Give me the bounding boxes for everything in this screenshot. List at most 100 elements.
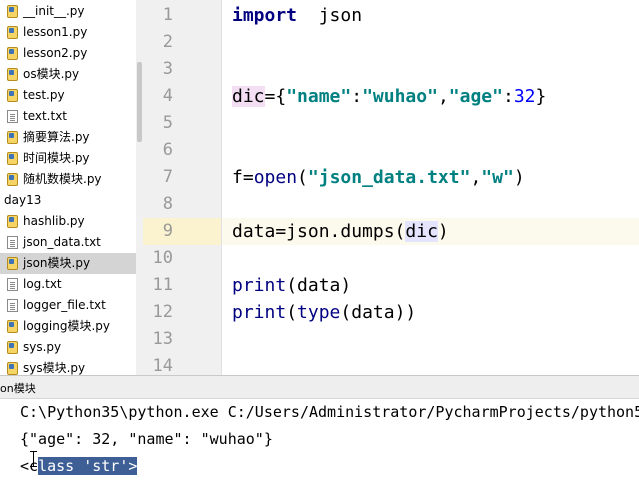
string-value-wuhao: "wuhao" <box>362 86 438 107</box>
tree-item-label: day13 <box>4 193 42 207</box>
close-brace: } <box>535 86 547 107</box>
project-tree-scrollbar[interactable] <box>136 0 143 375</box>
tree-file-item[interactable]: lesson1.py <box>0 22 143 43</box>
python-file-icon <box>7 5 18 18</box>
close-paren: ) <box>513 167 525 188</box>
python-file-icon <box>7 320 18 333</box>
tree-item-label: sys.py <box>23 340 62 354</box>
tree-file-item[interactable]: logging模块.py <box>0 316 143 337</box>
tree-file-item[interactable]: hashlib.py <box>0 211 143 232</box>
line-number: 6 <box>162 140 173 160</box>
tree-file-item[interactable]: json_data.txt <box>0 232 143 253</box>
tree-file-item[interactable]: os模块.py <box>0 64 143 85</box>
tree-file-item[interactable]: text.txt <box>0 106 143 127</box>
tree-item-label: os模块.py <box>23 67 80 81</box>
line-number: 4 <box>162 86 173 106</box>
tree-file-item[interactable]: 随机数模块.py <box>0 169 143 190</box>
tree-item-label: text.txt <box>23 109 68 123</box>
run-console[interactable]: C:\Python35\python.exe C:/Users/Administ… <box>0 399 639 488</box>
text-file-icon <box>7 236 18 249</box>
line-number: 8 <box>162 194 173 214</box>
python-file-icon <box>7 26 18 39</box>
code-line-7[interactable]: f=open("json_data.txt","w") <box>232 164 525 191</box>
tree-file-item[interactable]: 摘要算法.py <box>0 127 143 148</box>
assign-brace: ={ <box>264 86 287 107</box>
text-cursor-icon <box>30 451 37 467</box>
code-line-4[interactable]: dic={"name":"wuhao","age":32} <box>232 83 546 110</box>
print-args: (data) <box>286 275 352 296</box>
tree-folder[interactable]: day13 <box>0 190 143 211</box>
text-file-icon <box>7 278 18 291</box>
tree-file-item[interactable]: 时间模块.py <box>0 148 143 169</box>
colon: : <box>502 86 514 107</box>
comma: , <box>437 86 449 107</box>
line-number: 14 <box>152 356 173 375</box>
line-number: 11 <box>152 275 173 295</box>
builtin-open: open <box>253 167 298 188</box>
tree-item-label: logging模块.py <box>23 319 111 333</box>
python-file-icon <box>7 68 18 81</box>
tree-file-item[interactable]: __init__.py <box>0 1 143 22</box>
project-file-list: __init__.py lesson1.py lesson2.py os模块.py te… <box>0 1 143 375</box>
tree-item-label: hashlib.py <box>23 214 85 228</box>
line-number: 2 <box>162 32 173 52</box>
tree-item-label: __init__.py <box>23 4 85 18</box>
code-line-11[interactable]: print(data) <box>232 272 351 299</box>
run-tab-title[interactable]: on模块 <box>0 380 36 396</box>
code-editor[interactable]: 1 2 3 4 5 6 7 8 9 10 11 12 13 14 import json dic={"na… <box>143 0 639 375</box>
close-paren: ) <box>437 221 449 242</box>
line-number: 12 <box>152 302 173 322</box>
string-key-name: "name" <box>286 86 352 107</box>
assign-f: f= <box>232 167 254 188</box>
project-tree-scroll-thumb[interactable] <box>137 62 142 142</box>
tree-item-label: logger_file.txt <box>23 298 106 312</box>
builtin-print: print <box>232 275 287 296</box>
tree-item-label: json模块.py <box>23 256 91 270</box>
builtin-print: print <box>232 302 287 323</box>
tree-file-item[interactable]: log.txt <box>0 274 143 295</box>
tree-file-item[interactable]: json模块.py <box>0 253 143 274</box>
tree-item-label: 随机数模块.py <box>23 172 102 186</box>
line-number: 13 <box>152 329 173 349</box>
tree-file-item[interactable]: sys.py <box>0 337 143 358</box>
line-number: 10 <box>152 248 173 268</box>
tree-item-label: 摘要算法.py <box>23 130 90 144</box>
python-file-icon <box>7 257 18 270</box>
python-file-icon <box>7 152 18 165</box>
colon: : <box>351 86 363 107</box>
line-number: 3 <box>162 59 173 79</box>
text-file-icon <box>7 110 18 123</box>
python-file-icon <box>7 341 18 354</box>
python-file-icon <box>7 173 18 186</box>
tree-file-item[interactable]: logger_file.txt <box>0 295 143 316</box>
tree-item-label: lesson1.py <box>23 25 88 39</box>
string-filename: "json_data.txt" <box>307 167 471 188</box>
dumps-call: data=json.dumps( <box>232 221 406 242</box>
code-line-1[interactable]: import json <box>232 2 362 29</box>
code-line-9[interactable]: data=json.dumps(dic) <box>232 218 449 245</box>
tree-item-label: lesson2.py <box>23 46 88 60</box>
python-file-icon <box>7 215 18 228</box>
text-file-icon <box>7 299 18 312</box>
tree-file-item[interactable]: lesson2.py <box>0 43 143 64</box>
project-tree: __init__.py lesson1.py lesson2.py os模块.py te… <box>0 0 143 375</box>
line-number: 7 <box>162 167 173 187</box>
keyword-import: import <box>232 5 298 26</box>
tree-item-label: 时间模块.py <box>23 151 90 165</box>
run-tool-window-header[interactable]: on模块 <box>0 375 639 399</box>
line-number: 1 <box>162 5 173 25</box>
python-file-icon <box>7 362 18 375</box>
console-selected-text: lass 'str'> <box>38 457 138 475</box>
line-number: 5 <box>162 113 173 133</box>
line-number: 9 <box>162 221 173 241</box>
open-paren: ( <box>297 167 308 188</box>
variable-dic: dic <box>232 86 265 107</box>
tree-item-label: sys模块.py <box>23 361 86 375</box>
comma: , <box>470 167 482 188</box>
tree-file-item[interactable]: test.py <box>0 85 143 106</box>
open-paren: ( <box>286 302 298 323</box>
module-name: json <box>297 5 363 26</box>
tree-file-item[interactable]: sys模块.py <box>0 358 143 375</box>
python-file-icon <box>7 89 18 102</box>
code-line-12[interactable]: print(type(data)) <box>232 299 416 326</box>
